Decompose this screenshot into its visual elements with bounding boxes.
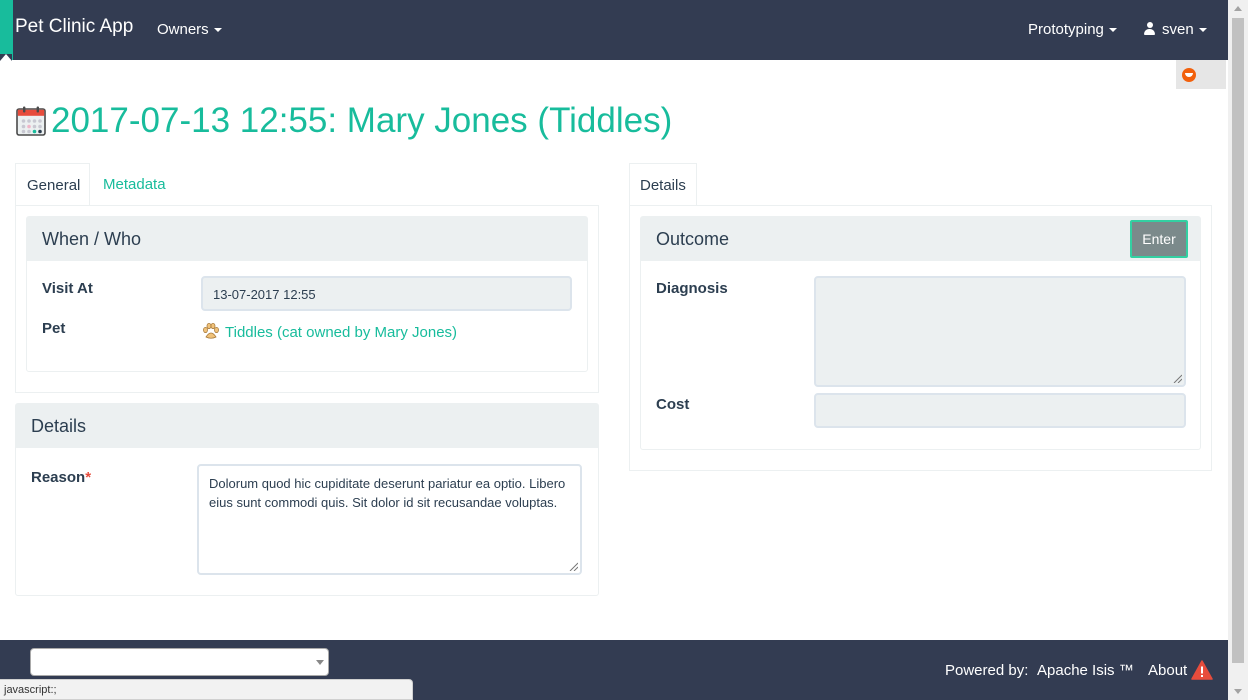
user-menu-label: sven: [1162, 21, 1194, 38]
pet-label: Pet: [42, 320, 66, 337]
chevron-down-icon: [213, 28, 222, 33]
vertical-scrollbar[interactable]: [1228, 0, 1248, 700]
tab-general-label: General: [27, 177, 81, 194]
tab-general[interactable]: General: [15, 163, 90, 207]
powered-by-label: Powered by:: [945, 662, 1029, 679]
reason-textarea[interactable]: Dolorum quod hic cupiditate deserunt par…: [197, 464, 582, 575]
visit-at-value: 13-07-2017 12:55: [213, 287, 316, 302]
owners-menu-label: Owners: [157, 21, 209, 38]
reason-value: Dolorum quod hic cupiditate deserunt par…: [209, 476, 566, 510]
diagnosis-textarea[interactable]: [814, 276, 1186, 387]
resize-grip-icon[interactable]: [569, 562, 578, 571]
scrollbar-thumb[interactable]: [1232, 18, 1244, 663]
outcome-title: Outcome: [656, 229, 730, 249]
general-tab-pane: When / Who Visit At 13-07-2017 12:55 Pet…: [15, 205, 599, 393]
cost-label: Cost: [656, 396, 690, 413]
chevron-down-icon: [1198, 28, 1207, 33]
diagnosis-label: Diagnosis: [656, 280, 728, 297]
tab-details[interactable]: Details: [629, 163, 697, 207]
pet-link-label: Tiddles (cat owned by Mary Jones): [225, 324, 458, 341]
page-title: 2017-07-13 12:55: Mary Jones (Tiddles): [51, 101, 673, 140]
chevron-down-icon: [1108, 28, 1117, 33]
pet-link[interactable]: Tiddles (cat owned by Mary Jones): [202, 322, 457, 341]
warning-icon[interactable]: [1191, 660, 1213, 680]
chevron-down-icon: [316, 660, 324, 665]
top-navbar: Pet Clinic App Owners Prototyping sven: [0, 0, 1228, 61]
visit-at-label: Visit At: [42, 280, 93, 297]
widget-icon: [1182, 68, 1196, 82]
resize-grip-icon[interactable]: [1173, 374, 1182, 383]
about-link[interactable]: About: [1148, 662, 1187, 679]
visit-at-field[interactable]: 13-07-2017 12:55: [201, 276, 572, 311]
reason-label: Reason*: [31, 469, 91, 486]
user-menu[interactable]: sven: [1144, 21, 1207, 38]
navbar-accent-marker: [0, 0, 13, 61]
scroll-up-arrow-icon[interactable]: [1234, 6, 1242, 11]
details-title: Details: [31, 416, 87, 436]
when-who-heading: When / Who: [27, 217, 587, 261]
footer-select[interactable]: [30, 648, 329, 676]
tab-metadata-label: Metadata: [103, 176, 166, 193]
owners-menu[interactable]: Owners: [157, 21, 222, 38]
apache-isis-link[interactable]: Apache Isis ™: [1037, 662, 1134, 679]
user-icon: [1144, 22, 1155, 35]
scroll-down-arrow-icon[interactable]: [1234, 689, 1242, 694]
outcome-heading: Outcome: [641, 217, 1200, 261]
feedback-widget[interactable]: [1176, 60, 1226, 89]
paw-icon: [203, 323, 219, 339]
reason-label-text: Reason: [31, 469, 86, 486]
prototyping-menu-label: Prototyping: [1028, 21, 1104, 38]
details-tab-pane: Outcome Enter Diagnosis Cost: [629, 205, 1212, 471]
outcome-panel: Outcome Enter Diagnosis Cost: [640, 216, 1201, 450]
prototyping-menu[interactable]: Prototyping: [1028, 21, 1117, 38]
cost-field[interactable]: [814, 393, 1186, 428]
tab-metadata[interactable]: Metadata: [90, 163, 180, 205]
about-link-label: About: [1148, 662, 1188, 679]
calendar-icon: [16, 106, 46, 136]
details-panel: Details Reason* Dolorum quod hic cupidit…: [15, 403, 599, 596]
enter-button[interactable]: Enter: [1130, 220, 1188, 258]
details-heading: Details: [16, 404, 598, 448]
browser-status-bar: javascript:;: [0, 679, 413, 700]
tab-details-label: Details: [640, 177, 686, 194]
when-who-panel: When / Who Visit At 13-07-2017 12:55 Pet…: [26, 216, 588, 372]
when-who-title: When / Who: [42, 229, 142, 249]
brand-link[interactable]: Pet Clinic App: [15, 16, 133, 38]
required-marker: *: [85, 469, 92, 486]
